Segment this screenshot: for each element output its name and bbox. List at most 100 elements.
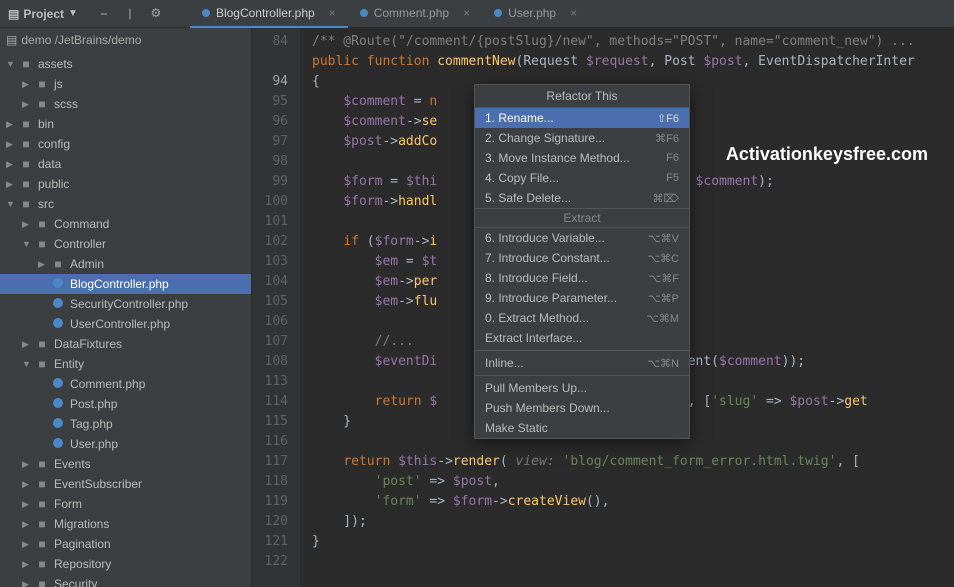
expand-arrow-icon[interactable]: ▶ [22,219,34,230]
breadcrumb[interactable]: ▤ demo /JetBrains/demo [0,28,251,52]
tree-item[interactable]: ▶■js [0,74,251,94]
context-menu-item[interactable]: 8. Introduce Field...⌥⌘F [475,268,689,288]
line-number[interactable]: 94 [252,72,288,92]
line-number[interactable]: 101 [252,212,288,232]
expand-arrow-icon[interactable]: ▼ [6,199,18,209]
expand-arrow-icon[interactable]: ▶ [6,139,18,150]
collapse-icon[interactable]: ⎯ [94,6,114,21]
context-menu-item[interactable]: Pull Members Up... [475,378,689,398]
line-number[interactable]: 104 [252,272,288,292]
tree-item[interactable]: Tag.php [0,414,251,434]
tree-item[interactable]: User.php [0,434,251,454]
close-icon[interactable]: × [329,6,336,20]
context-menu-item[interactable]: 0. Extract Method...⌥⌘M [475,308,689,328]
line-number[interactable]: 102 [252,232,288,252]
tree-item[interactable]: ▶■Events [0,454,251,474]
tree-item[interactable]: ▶■Command [0,214,251,234]
tree-item[interactable]: ▶■Migrations [0,514,251,534]
expand-arrow-icon[interactable]: ▼ [22,359,34,369]
tree-item[interactable]: ▶■Repository [0,554,251,574]
close-icon[interactable]: × [570,6,577,20]
line-number[interactable]: 121 [252,532,288,552]
tree-item[interactable]: ▼■Entity [0,354,251,374]
context-menu-item[interactable]: 6. Introduce Variable...⌥⌘V [475,228,689,248]
tree-item[interactable]: Post.php [0,394,251,414]
line-number[interactable]: 103 [252,252,288,272]
tree-item[interactable]: ▼■Controller [0,234,251,254]
expand-arrow-icon[interactable]: ▶ [6,179,18,190]
expand-arrow-icon[interactable]: ▶ [22,99,34,110]
context-menu-item[interactable]: Push Members Down... [475,398,689,418]
expand-arrow-icon[interactable]: ▶ [22,519,34,530]
tree-item[interactable]: ▶■Admin [0,254,251,274]
expand-arrow-icon[interactable]: ▶ [22,479,34,490]
expand-arrow-icon[interactable]: ▶ [22,499,34,510]
context-menu-item[interactable]: Make Static [475,418,689,438]
context-menu-item[interactable]: 5. Safe Delete...⌘⌦ [475,188,689,208]
expand-arrow-icon[interactable]: ▶ [6,119,18,130]
gear-icon[interactable]: ⚙ [146,6,166,21]
line-number[interactable]: 106 [252,312,288,332]
context-menu-item[interactable]: Inline...⌥⌘N [475,353,689,373]
tree-item[interactable]: ▶■data [0,154,251,174]
tree-label: Pagination [54,537,111,551]
line-number[interactable]: 96 [252,112,288,132]
tree-item[interactable]: ▼■assets [0,54,251,74]
tree-item[interactable]: ▶■bin [0,114,251,134]
expand-arrow-icon[interactable]: ▼ [22,239,34,249]
line-number[interactable]: 117 [252,452,288,472]
context-menu-item[interactable]: 4. Copy File...F5 [475,168,689,188]
line-number[interactable] [252,52,288,72]
tree-item[interactable]: ▶■config [0,134,251,154]
tree-item[interactable]: ▼■src [0,194,251,214]
tree-item[interactable]: ▶■scss [0,94,251,114]
tree-item[interactable]: UserController.php [0,314,251,334]
tree-item[interactable]: Comment.php [0,374,251,394]
expand-arrow-icon[interactable]: ▶ [22,579,34,587]
editor-tab[interactable]: BlogController.php× [190,0,348,28]
line-number[interactable]: 107 [252,332,288,352]
line-number[interactable]: 115 [252,412,288,432]
line-number[interactable]: 98 [252,152,288,172]
line-number[interactable]: 100 [252,192,288,212]
tree-item[interactable]: SecurityController.php [0,294,251,314]
project-dropdown[interactable]: ▤ Project ▼ [0,7,86,21]
context-menu-item[interactable]: 7. Introduce Constant...⌥⌘C [475,248,689,268]
line-number[interactable]: 99 [252,172,288,192]
expand-arrow-icon[interactable]: ▶ [38,259,50,270]
line-number[interactable]: 113 [252,372,288,392]
context-menu-item[interactable]: 1. Rename...⇧F6 [475,108,689,128]
line-number[interactable]: 114 [252,392,288,412]
line-number[interactable]: 122 [252,552,288,572]
editor-tab[interactable]: User.php× [482,0,589,28]
line-number[interactable]: 108 [252,352,288,372]
tree-item[interactable]: ▶■EventSubscriber [0,474,251,494]
expand-arrow-icon[interactable]: ▶ [6,159,18,170]
context-menu-item[interactable]: 9. Introduce Parameter...⌥⌘P [475,288,689,308]
line-number[interactable]: 120 [252,512,288,532]
line-number[interactable]: 84 [252,32,288,52]
line-number[interactable]: 119 [252,492,288,512]
line-number[interactable]: 97 [252,132,288,152]
context-menu-item[interactable]: 3. Move Instance Method...F6 [475,148,689,168]
tree-item[interactable]: ▶■Form [0,494,251,514]
line-number[interactable]: 118 [252,472,288,492]
context-menu-item[interactable]: 2. Change Signature...⌘F6 [475,128,689,148]
tree-item[interactable]: ▶■DataFixtures [0,334,251,354]
expand-arrow-icon[interactable]: ▶ [22,539,34,550]
expand-arrow-icon[interactable]: ▶ [22,559,34,570]
line-number[interactable]: 95 [252,92,288,112]
tree-item[interactable]: ▶■Pagination [0,534,251,554]
editor-tab[interactable]: Comment.php× [348,0,482,28]
tree-item[interactable]: ▶■public [0,174,251,194]
context-menu-item[interactable]: Extract Interface... [475,328,689,348]
line-number[interactable]: 116 [252,432,288,452]
expand-arrow-icon[interactable]: ▶ [22,459,34,470]
expand-arrow-icon[interactable]: ▶ [22,339,34,350]
tree-item[interactable]: ▶■Security [0,574,251,587]
close-icon[interactable]: × [463,6,470,20]
expand-arrow-icon[interactable]: ▼ [6,59,18,69]
line-number[interactable]: 105 [252,292,288,312]
tree-item[interactable]: BlogController.php [0,274,251,294]
expand-arrow-icon[interactable]: ▶ [22,79,34,90]
